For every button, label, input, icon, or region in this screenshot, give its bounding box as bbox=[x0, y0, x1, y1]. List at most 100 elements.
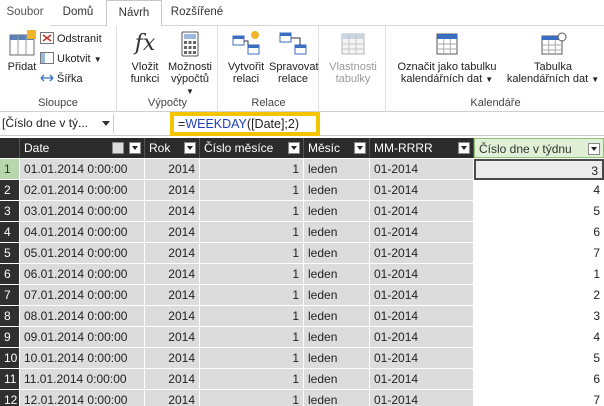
cell-mm-rrrr[interactable]: 01-2014 bbox=[370, 243, 474, 264]
cell-month[interactable]: leden bbox=[304, 159, 370, 180]
cell-year[interactable]: 2014 bbox=[145, 243, 200, 264]
cell-month-number[interactable]: 1 bbox=[200, 159, 304, 180]
row-number[interactable]: 12 bbox=[0, 390, 20, 406]
cell-weekday-number[interactable]: 1 bbox=[474, 264, 604, 285]
row-number[interactable]: 4 bbox=[0, 222, 20, 243]
cell-month-number[interactable]: 1 bbox=[200, 327, 304, 348]
name-box[interactable]: [Číslo dne v tý... bbox=[0, 114, 114, 133]
cell-year[interactable]: 2014 bbox=[145, 348, 200, 369]
cell-month[interactable]: leden bbox=[304, 243, 370, 264]
cell-date[interactable]: 12.01.2014 0:00:00 bbox=[20, 390, 145, 406]
cell-month[interactable]: leden bbox=[304, 369, 370, 390]
cell-weekday-number[interactable]: 3 bbox=[474, 306, 604, 327]
cell-month-number[interactable]: 1 bbox=[200, 390, 304, 406]
table-row[interactable]: 5 05.01.2014 0:00:00 2014 1 leden 01-201… bbox=[0, 243, 604, 264]
delete-column-button[interactable]: Odstranit bbox=[40, 30, 102, 48]
cell-date[interactable]: 09.01.2014 0:00:00 bbox=[20, 327, 145, 348]
table-row[interactable]: 11 11.01.2014 0:00:00 2014 1 leden 01-20… bbox=[0, 369, 604, 390]
row-number[interactable]: 7 bbox=[0, 285, 20, 306]
cell-year[interactable]: 2014 bbox=[145, 306, 200, 327]
filter-dropdown-icon[interactable] bbox=[354, 142, 366, 154]
cell-month-number[interactable]: 1 bbox=[200, 180, 304, 201]
table-row[interactable]: 7 07.01.2014 0:00:00 2014 1 leden 01-201… bbox=[0, 285, 604, 306]
row-number[interactable]: 1 bbox=[0, 159, 20, 180]
cell-mm-rrrr[interactable]: 01-2014 bbox=[370, 306, 474, 327]
cell-month[interactable]: leden bbox=[304, 285, 370, 306]
cell-year[interactable]: 2014 bbox=[145, 180, 200, 201]
cell-mm-rrrr[interactable]: 01-2014 bbox=[370, 264, 474, 285]
filter-dropdown-icon[interactable] bbox=[288, 142, 300, 154]
row-number[interactable]: 6 bbox=[0, 264, 20, 285]
cell-year[interactable]: 2014 bbox=[145, 327, 200, 348]
column-header-month[interactable]: Měsíc bbox=[304, 138, 370, 158]
table-row[interactable]: 6 06.01.2014 0:00:00 2014 1 leden 01-201… bbox=[0, 264, 604, 285]
cell-month-number[interactable]: 1 bbox=[200, 222, 304, 243]
table-row[interactable]: 3 03.01.2014 0:00:00 2014 1 leden 01-201… bbox=[0, 201, 604, 222]
table-row[interactable]: 2 02.01.2014 0:00:00 2014 1 leden 01-201… bbox=[0, 180, 604, 201]
column-header-date[interactable]: Date bbox=[20, 138, 145, 158]
cell-date[interactable]: 07.01.2014 0:00:00 bbox=[20, 285, 145, 306]
row-number[interactable]: 9 bbox=[0, 327, 20, 348]
cell-month[interactable]: leden bbox=[304, 390, 370, 406]
cell-mm-rrrr[interactable]: 01-2014 bbox=[370, 285, 474, 306]
date-table-button[interactable]: Tabulka kalendářních dat ▼ bbox=[505, 30, 601, 86]
table-row[interactable]: 12 12.01.2014 0:00:00 2014 1 leden 01-20… bbox=[0, 390, 604, 406]
cell-month[interactable]: leden bbox=[304, 180, 370, 201]
tab-file[interactable]: Soubor bbox=[0, 0, 50, 26]
row-number[interactable]: 2 bbox=[0, 180, 20, 201]
column-header-weekday-number[interactable]: Číslo dne v týdnu bbox=[474, 138, 604, 158]
cell-year[interactable]: 2014 bbox=[145, 201, 200, 222]
row-number[interactable]: 11 bbox=[0, 369, 20, 390]
cell-mm-rrrr[interactable]: 01-2014 bbox=[370, 390, 474, 406]
filter-dropdown-icon[interactable] bbox=[588, 143, 600, 155]
cell-year[interactable]: 2014 bbox=[145, 285, 200, 306]
cell-year[interactable]: 2014 bbox=[145, 222, 200, 243]
row-number[interactable]: 10 bbox=[0, 348, 20, 369]
cell-weekday-number[interactable]: 3 bbox=[474, 159, 604, 180]
cell-date[interactable]: 04.01.2014 0:00:00 bbox=[20, 222, 145, 243]
cell-month[interactable]: leden bbox=[304, 348, 370, 369]
cell-weekday-number[interactable]: 5 bbox=[474, 348, 604, 369]
row-number[interactable]: 5 bbox=[0, 243, 20, 264]
column-header-year[interactable]: Rok bbox=[145, 138, 200, 158]
cell-date[interactable]: 02.01.2014 0:00:00 bbox=[20, 180, 145, 201]
cell-year[interactable]: 2014 bbox=[145, 369, 200, 390]
cell-mm-rrrr[interactable]: 01-2014 bbox=[370, 369, 474, 390]
cell-weekday-number[interactable]: 6 bbox=[474, 222, 604, 243]
cell-weekday-number[interactable]: 7 bbox=[474, 243, 604, 264]
cell-weekday-number[interactable]: 2 bbox=[474, 285, 604, 306]
cell-month[interactable]: leden bbox=[304, 306, 370, 327]
table-row[interactable]: 9 09.01.2014 0:00:00 2014 1 leden 01-201… bbox=[0, 327, 604, 348]
cell-date[interactable]: 05.01.2014 0:00:00 bbox=[20, 243, 145, 264]
cell-weekday-number[interactable]: 5 bbox=[474, 201, 604, 222]
cell-month-number[interactable]: 1 bbox=[200, 285, 304, 306]
add-column-button[interactable]: Přidat bbox=[4, 30, 40, 73]
manage-relations-button[interactable]: Spravovat relace bbox=[269, 30, 319, 85]
table-properties-button[interactable]: Vlastnosti tabulky bbox=[324, 30, 382, 85]
table-row[interactable]: 1 01.01.2014 0:00:00 2014 1 leden 01-201… bbox=[0, 159, 604, 180]
cell-month[interactable]: leden bbox=[304, 327, 370, 348]
table-row[interactable]: 4 04.01.2014 0:00:00 2014 1 leden 01-201… bbox=[0, 222, 604, 243]
cell-weekday-number[interactable]: 6 bbox=[474, 369, 604, 390]
chevron-down-icon[interactable] bbox=[102, 121, 110, 126]
cell-mm-rrrr[interactable]: 01-2014 bbox=[370, 327, 474, 348]
mark-as-date-table-button[interactable]: Označit jako tabulku kalendářních dat ▼ bbox=[391, 30, 503, 86]
freeze-column-button[interactable]: Ukotvit ▼ bbox=[40, 50, 102, 68]
cell-mm-rrrr[interactable]: 01-2014 bbox=[370, 348, 474, 369]
table-row[interactable]: 8 08.01.2014 0:00:00 2014 1 leden 01-201… bbox=[0, 306, 604, 327]
filter-dropdown-icon[interactable] bbox=[184, 142, 196, 154]
corner-header[interactable] bbox=[0, 138, 20, 158]
filter-dropdown-icon[interactable] bbox=[458, 142, 470, 154]
cell-month-number[interactable]: 1 bbox=[200, 306, 304, 327]
cell-weekday-number[interactable]: 7 bbox=[474, 390, 604, 406]
cell-month-number[interactable]: 1 bbox=[200, 264, 304, 285]
formula-input[interactable]: =WEEKDAY([Date];2) bbox=[170, 112, 320, 136]
cell-month-number[interactable]: 1 bbox=[200, 348, 304, 369]
column-header-mm-rrrr[interactable]: MM-RRRR bbox=[370, 138, 474, 158]
cell-date[interactable]: 10.01.2014 0:00:00 bbox=[20, 348, 145, 369]
column-header-month-number[interactable]: Číslo měsíce bbox=[200, 138, 304, 158]
tab-advanced[interactable]: Rozšířené bbox=[166, 0, 228, 26]
cell-month-number[interactable]: 1 bbox=[200, 201, 304, 222]
cell-month[interactable]: leden bbox=[304, 264, 370, 285]
tab-design[interactable]: Návrh bbox=[106, 0, 162, 27]
